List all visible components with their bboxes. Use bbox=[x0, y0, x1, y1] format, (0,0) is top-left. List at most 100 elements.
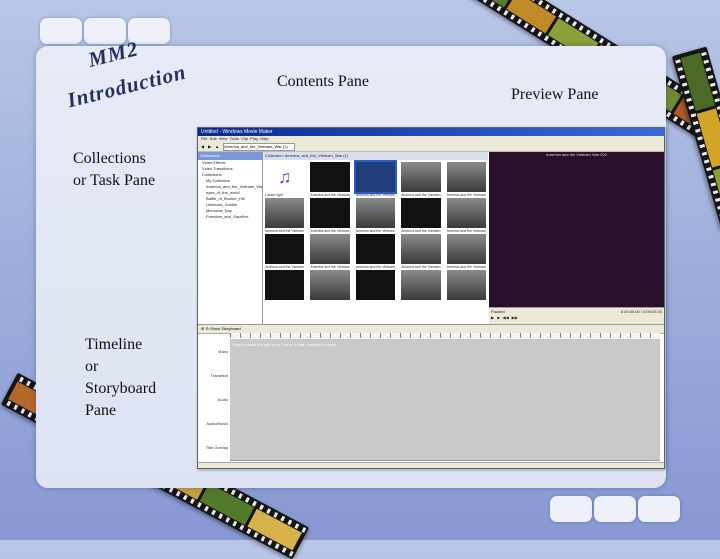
preview-controls: Paused 0:00:00.00 / 0:00:03.00 ▶ ■ ◀◀ ▶▶ bbox=[489, 307, 664, 324]
clip-thumbnail[interactable] bbox=[265, 270, 305, 300]
preview-header: America and the Vietnam War 002 bbox=[546, 152, 607, 157]
clip-caption: America and the Vietnam... bbox=[446, 229, 486, 233]
menu-tools[interactable]: Tools bbox=[230, 136, 239, 141]
fast-forward-icon[interactable]: ▶▶ bbox=[512, 315, 518, 320]
clip-thumbnail[interactable]: America and the Vietnam... bbox=[446, 234, 486, 269]
back-icon[interactable]: ◀ bbox=[201, 144, 204, 149]
track-body[interactable] bbox=[230, 435, 660, 461]
decor-tab-4 bbox=[550, 496, 592, 522]
preview-time: 0:00:00.00 / 0:00:03.00 bbox=[620, 309, 662, 314]
clip-thumbnail[interactable]: America and the Vietnam... bbox=[353, 160, 398, 197]
collection-item[interactable]: Freedom_and_Sacrifice bbox=[198, 214, 262, 220]
decor-tab-5 bbox=[594, 496, 636, 522]
label-collections-line-1: Collections bbox=[73, 150, 146, 167]
clip-thumbnail[interactable]: America and the Vietnam... bbox=[265, 198, 305, 233]
track-name: Video bbox=[198, 339, 230, 365]
menu-clip[interactable]: Clip bbox=[241, 136, 248, 141]
timeline-ruler[interactable] bbox=[230, 333, 660, 338]
decor-tab-6 bbox=[638, 496, 680, 522]
movie-maker-screenshot: Untitled - Windows Movie Maker File Edit… bbox=[197, 127, 665, 469]
menu-file[interactable]: File bbox=[201, 136, 207, 141]
contents-pane: Collection: America_and_the_Vietnam_War … bbox=[263, 152, 488, 324]
clip-thumbnail[interactable] bbox=[401, 270, 441, 300]
decor-tab-1 bbox=[40, 18, 82, 44]
clip-thumbnail[interactable]: America and the Vietnam... bbox=[401, 162, 441, 197]
label-collections-line-2: or Task Pane bbox=[73, 172, 156, 189]
track-body[interactable] bbox=[230, 387, 660, 413]
timeline-track[interactable]: Video Drag a media clip and drop it here … bbox=[198, 339, 664, 365]
label-timeline: Timeline or Storyboard Pane bbox=[85, 334, 156, 422]
collection-combo[interactable]: America_and_the_Vietnam_War (1) bbox=[223, 142, 296, 151]
clip-caption: America and the Vietnam... bbox=[446, 193, 486, 197]
timeline-track[interactable]: Transition bbox=[198, 363, 664, 389]
clip-thumbnail[interactable]: America and the Vietnam... bbox=[446, 162, 486, 197]
label-timeline-line-4: Pane bbox=[85, 402, 117, 419]
timeline-track[interactable]: Audio bbox=[198, 387, 664, 413]
timeline-track[interactable]: Title Overlay bbox=[198, 435, 664, 461]
menu-play[interactable]: Play bbox=[250, 136, 258, 141]
clip-caption: America and the Vietnam... bbox=[355, 193, 396, 197]
track-name: Title Overlay bbox=[198, 435, 230, 461]
clip-caption: America and the Vietnam... bbox=[310, 229, 350, 233]
clip-thumbnail[interactable] bbox=[310, 270, 350, 300]
toolbar: ◀ ▶ ▲ America_and_the_Vietnam_War (1) bbox=[198, 142, 664, 152]
clip-caption: America and the Vietnam... bbox=[446, 265, 486, 269]
clip-thumbnail[interactable]: America and the Vietnam... bbox=[355, 198, 396, 233]
clip-caption: America and the Vietnam... bbox=[310, 265, 350, 269]
clip-thumbnail[interactable]: America and the Vietnam... bbox=[446, 198, 486, 233]
track-body[interactable]: Drag a media clip and drop it here to st… bbox=[230, 339, 660, 365]
clip-thumbnail[interactable]: America and the Vietnam... bbox=[401, 234, 441, 269]
up-icon[interactable]: ▲ bbox=[215, 144, 219, 149]
clip-thumbnail[interactable]: America and the Vietnam... bbox=[310, 198, 350, 233]
track-name: Audio/Music bbox=[198, 411, 230, 437]
clip-caption: America and the Vietnam... bbox=[401, 229, 441, 233]
stop-icon[interactable]: ■ bbox=[497, 315, 499, 320]
clip-thumbnail[interactable] bbox=[355, 270, 396, 300]
play-icon[interactable]: ▶ bbox=[491, 315, 494, 320]
timeline-track[interactable]: Audio/Music bbox=[198, 411, 664, 437]
clip-caption: America and the Vietnam... bbox=[265, 229, 305, 233]
label-timeline-line-3: Storyboard bbox=[85, 380, 157, 397]
zoom-in-icon[interactable]: ⊕ bbox=[201, 326, 204, 331]
show-storyboard-button[interactable]: Show Storyboard bbox=[210, 326, 241, 331]
track-body[interactable] bbox=[230, 411, 660, 437]
clip-thumbnail[interactable] bbox=[446, 270, 486, 300]
clip-caption: America and the Vietnam... bbox=[355, 265, 396, 269]
label-contents: Contents Pane bbox=[277, 73, 369, 90]
clip-caption: Lasser light bbox=[265, 193, 283, 197]
clip-thumbnail[interactable]: America and the Vietnam... bbox=[401, 198, 441, 233]
zoom-out-icon[interactable]: ⊖ bbox=[205, 326, 208, 331]
clip-caption: America and the Vietnam... bbox=[401, 193, 441, 197]
clip-thumbnail[interactable]: America and the Vietnam... bbox=[265, 234, 305, 269]
track-name: Transition bbox=[198, 363, 230, 389]
label-timeline-line-2: or bbox=[85, 358, 99, 375]
menu-edit[interactable]: Edit bbox=[210, 136, 217, 141]
preview-pane: America and the Vietnam War 002 Paused 0… bbox=[489, 152, 664, 324]
label-timeline-line-1: Timeline bbox=[85, 336, 143, 353]
clip-caption: America and the Vietnam... bbox=[310, 193, 350, 197]
label-preview: Preview Pane bbox=[511, 86, 599, 103]
preview-status: Paused bbox=[491, 309, 505, 314]
clip-thumbnail[interactable]: America and the Vietnam... bbox=[310, 162, 350, 197]
menu-help[interactable]: Help bbox=[260, 136, 268, 141]
collections-header: Collections bbox=[198, 152, 262, 160]
clip-caption: America and the Vietnam... bbox=[401, 265, 441, 269]
rewind-icon[interactable]: ◀◀ bbox=[503, 315, 509, 320]
window-titlebar: Untitled - Windows Movie Maker bbox=[198, 128, 664, 136]
track-body[interactable] bbox=[230, 363, 660, 389]
timeline-pane: ⊕ ⊖ Show Storyboard Video Drag a media cl… bbox=[198, 324, 664, 468]
track-name: Audio bbox=[198, 387, 230, 413]
menu-view[interactable]: View bbox=[219, 136, 228, 141]
clip-thumbnail[interactable]: America and the Vietnam... bbox=[310, 234, 350, 269]
music-note-icon: ♫ bbox=[277, 167, 292, 187]
collections-pane: Collections Video Effects Video Transitio… bbox=[198, 152, 263, 324]
contents-header: Collection: America_and_the_Vietnam_War … bbox=[263, 152, 488, 160]
timeline-scrollbar[interactable] bbox=[198, 462, 664, 468]
label-collections: Collections or Task Pane bbox=[73, 148, 155, 192]
clip-thumbnail[interactable]: ♫ Lasser light bbox=[265, 162, 305, 197]
clip-caption: America and the Vietnam... bbox=[355, 229, 396, 233]
forward-icon[interactable]: ▶ bbox=[208, 144, 211, 149]
clip-caption: America and the Vietnam... bbox=[265, 265, 305, 269]
clip-thumbnail[interactable]: America and the Vietnam... bbox=[355, 234, 396, 269]
filmstrip-right bbox=[671, 46, 720, 230]
